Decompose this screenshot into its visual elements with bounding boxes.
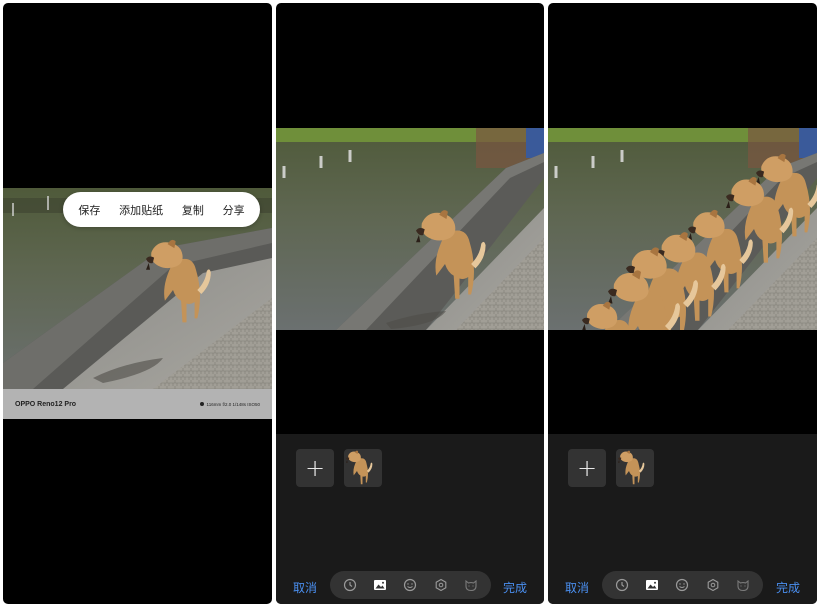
tool-selector [602,571,763,599]
editor-bottom-bar: 取消 完成 [276,567,544,603]
settings-icon[interactable] [433,577,449,593]
add-sticker-menu-item[interactable]: 添加贴纸 [119,202,163,218]
share-menu-item[interactable]: 分享 [223,202,245,218]
clock-icon[interactable] [614,577,630,593]
camera-watermark: OPPO Reno12 Pro 116mm f/2.0 1/148s ISO50 [3,389,272,419]
editor-photo [276,128,544,330]
add-sticker-button[interactable]: + [296,449,334,487]
watermark-specs-group: 116mm f/2.0 1/148s ISO50 [199,401,260,407]
cat-icon[interactable] [735,577,751,593]
aperture-icon [199,402,204,406]
done-button[interactable]: 完成 [776,579,800,596]
panel-sticker-editor-multiple: + 取消 完成 [548,3,817,604]
editor-photo-with-stickers [548,128,817,330]
sticker-thumbnail[interactable] [344,449,382,487]
plus-icon: + [304,454,326,482]
image-icon[interactable] [644,577,660,593]
editor-bottom-bar: 取消 完成 [548,567,817,603]
context-menu: 保存 添加贴纸 复制 分享 [63,192,260,227]
done-button[interactable]: 完成 [503,579,527,596]
emoji-icon[interactable] [402,577,418,593]
panel-photo-preview: OPPO Reno12 Pro 116mm f/2.0 1/148s ISO50… [3,3,272,604]
sticker-thumbnail[interactable] [616,449,654,487]
image-icon[interactable] [372,577,388,593]
watermark-specs: 116mm f/2.0 1/148s ISO50 [206,401,260,407]
panel-sticker-editor: + 取消 完成 [276,3,544,604]
cancel-button[interactable]: 取消 [293,579,317,596]
plus-icon: + [576,454,598,482]
settings-icon[interactable] [705,577,721,593]
watermark-model: OPPO Reno12 Pro [15,400,77,408]
add-sticker-button[interactable]: + [568,449,606,487]
cancel-button[interactable]: 取消 [565,579,589,596]
cat-icon[interactable] [463,577,479,593]
save-menu-item[interactable]: 保存 [78,202,100,218]
tool-selector [330,571,491,599]
clock-icon[interactable] [342,577,358,593]
emoji-icon[interactable] [674,577,690,593]
copy-menu-item[interactable]: 复制 [182,202,204,218]
